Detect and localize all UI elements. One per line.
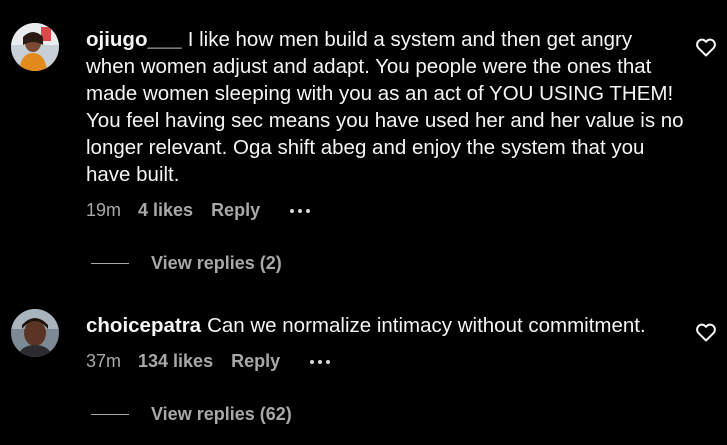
view-replies-label: View replies (2) <box>151 253 282 273</box>
comment-body: Can we normalize intimacy without commit… <box>207 314 646 337</box>
likes-count[interactable]: 4 likes <box>138 200 193 221</box>
view-replies-label: View replies (62) <box>151 404 292 424</box>
heart-icon[interactable] <box>694 35 718 59</box>
view-replies-divider <box>91 414 129 415</box>
view-replies-button[interactable]: View replies (2) <box>91 253 282 274</box>
reply-button[interactable]: Reply <box>231 351 280 372</box>
more-options-icon[interactable] <box>310 359 331 364</box>
comment-username[interactable]: choicepatra <box>86 314 201 337</box>
avatar[interactable] <box>11 23 59 71</box>
comment-meta: 37m 134 likes Reply <box>86 351 331 372</box>
reply-button[interactable]: Reply <box>211 200 260 221</box>
heart-icon[interactable] <box>694 320 718 344</box>
comment-timestamp: 37m <box>86 351 122 371</box>
view-replies-divider <box>91 263 129 264</box>
comment-timestamp: 19m <box>86 200 122 220</box>
comment-text: ojiugo___ I like how men build a system a… <box>86 26 686 188</box>
more-options-icon[interactable] <box>290 208 311 213</box>
comment-username[interactable]: ojiugo___ <box>86 28 182 51</box>
avatar[interactable] <box>11 309 59 357</box>
comment-body: I like how men build a system and then g… <box>86 28 684 186</box>
view-replies-button[interactable]: View replies (62) <box>91 404 292 425</box>
likes-count[interactable]: 134 likes <box>138 351 213 372</box>
comment-meta: 19m 4 likes Reply <box>86 200 311 221</box>
comment-text: choicepatra Can we normalize intimacy wit… <box>86 312 686 339</box>
